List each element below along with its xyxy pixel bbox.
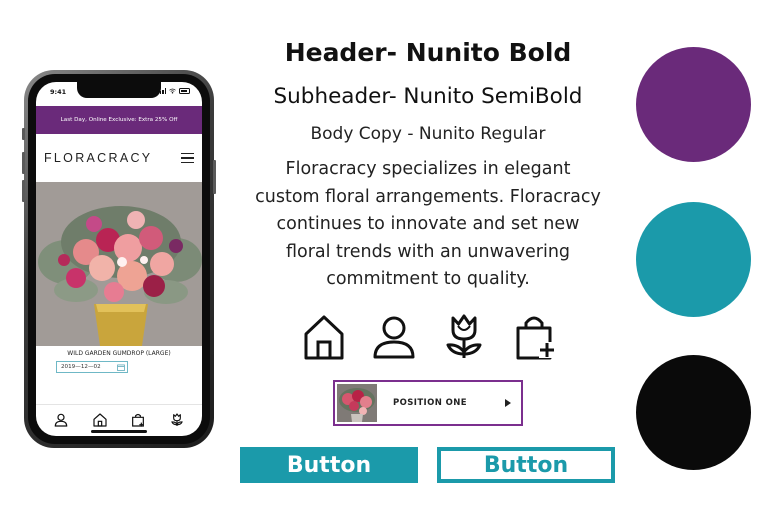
phone-bezel: 9:41 Last Day, Online Exclusive: Extra 2… bbox=[28, 74, 210, 444]
body-line: Floracracy specializes in elegant bbox=[285, 159, 571, 179]
home-icon bbox=[304, 315, 344, 360]
position-label: POSITION ONE bbox=[393, 398, 467, 408]
bag-icon bbox=[132, 413, 145, 427]
color-swatch-purple bbox=[636, 47, 751, 162]
outline-button-sample[interactable]: Button bbox=[437, 447, 615, 483]
app-header: FLORACRACY bbox=[36, 134, 202, 182]
tulip-icon bbox=[446, 314, 482, 358]
color-swatch-teal bbox=[636, 202, 751, 317]
promo-text: Last Day, Online Exclusive: Extra 25% Of… bbox=[60, 117, 178, 123]
phone-silent-switch bbox=[22, 128, 25, 140]
phone-screen: 9:41 Last Day, Online Exclusive: Extra 2… bbox=[36, 82, 202, 436]
phone-volume-down bbox=[22, 180, 25, 202]
delivery-date-field[interactable]: 2019—12—02 bbox=[56, 361, 128, 373]
body-line: floral trends with an unwavering bbox=[285, 241, 571, 262]
tab-home[interactable] bbox=[90, 410, 110, 430]
tulip-icon bbox=[170, 412, 183, 426]
delivery-date-value: 2019—12—02 bbox=[61, 364, 101, 370]
hamburger-menu-icon[interactable] bbox=[181, 152, 194, 164]
product-image bbox=[36, 182, 202, 346]
bag-add-icon bbox=[516, 316, 555, 360]
home-icon bbox=[93, 412, 107, 427]
icon-set bbox=[300, 312, 558, 362]
body-line: custom floral arrangements. Floracracy bbox=[255, 186, 601, 207]
position-thumbnail bbox=[337, 384, 377, 422]
phone-mockup: 9:41 Last Day, Online Exclusive: Extra 2… bbox=[22, 70, 216, 448]
body-line: commitment to quality. bbox=[326, 269, 530, 289]
person-icon bbox=[373, 316, 415, 359]
position-card[interactable]: POSITION ONE bbox=[333, 380, 523, 426]
person-icon bbox=[54, 413, 68, 427]
flower-arrangement-image bbox=[36, 182, 202, 346]
body-copy-sample: Floracracy specializes in elegant custom… bbox=[236, 156, 620, 294]
body-label-sample: Body Copy - Nunito Regular bbox=[310, 124, 546, 144]
tab-account[interactable] bbox=[51, 410, 71, 430]
filled-button-sample[interactable]: Button bbox=[240, 447, 418, 483]
status-time: 9:41 bbox=[50, 88, 67, 96]
phone-volume-up bbox=[22, 152, 25, 174]
brand-logo[interactable]: FLORACRACY bbox=[44, 151, 152, 165]
phone-power-button bbox=[213, 160, 216, 194]
body-line: continues to innovate and set new bbox=[276, 214, 580, 234]
color-swatch-black bbox=[636, 355, 751, 470]
header-sample: Header- Nunito Bold bbox=[284, 38, 572, 67]
status-icons bbox=[157, 88, 190, 94]
tab-flowers[interactable] bbox=[167, 410, 187, 430]
chevron-right-icon bbox=[505, 399, 511, 407]
battery-icon bbox=[179, 88, 190, 94]
promo-banner[interactable]: Last Day, Online Exclusive: Extra 25% Of… bbox=[36, 106, 202, 134]
tab-bag[interactable] bbox=[128, 410, 148, 430]
product-title: WILD GARDEN GUMDROP (LARGE) bbox=[67, 350, 171, 357]
bouquet-thumbnail-image bbox=[337, 384, 377, 422]
calendar-icon[interactable] bbox=[117, 364, 125, 371]
wifi-icon bbox=[169, 88, 176, 94]
phone-notch bbox=[77, 82, 161, 98]
subheader-sample: Subheader- Nunito SemiBold bbox=[273, 84, 583, 109]
home-indicator bbox=[91, 430, 147, 433]
